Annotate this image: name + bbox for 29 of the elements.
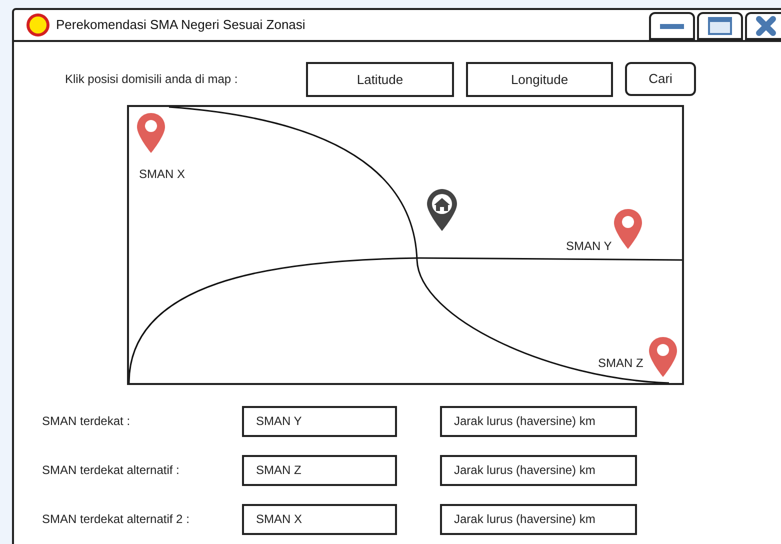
school-label: SMAN Y	[566, 238, 612, 255]
search-label: Klik posisi domisili anda di map :	[65, 71, 239, 88]
distance-field: Jarak lurus (haversine) km	[440, 504, 637, 534]
school-field: SMAN Y	[242, 406, 397, 436]
close-icon	[755, 15, 777, 37]
minimize-button[interactable]	[649, 12, 695, 40]
longitude-field[interactable]: Longitude	[466, 62, 613, 96]
home-pin-icon[interactable]	[427, 189, 457, 231]
minimize-icon	[660, 23, 684, 29]
maximize-icon	[708, 17, 732, 35]
maximize-button[interactable]	[697, 12, 743, 40]
map-pin-icon[interactable]	[137, 113, 165, 153]
school-field: SMAN X	[242, 504, 397, 534]
latitude-field[interactable]: Latitude	[306, 62, 454, 96]
close-button[interactable]	[745, 12, 781, 40]
map[interactable]: SMAN X SMAN Y SMAN Z	[127, 105, 684, 385]
map-pin-icon[interactable]	[649, 337, 677, 377]
window-title: Perekomendasi SMA Negeri Sesuai Zonasi	[56, 16, 306, 34]
search-button[interactable]: Cari	[625, 62, 696, 96]
school-label: SMAN X	[139, 166, 186, 183]
distance-field: Jarak lurus (haversine) km	[440, 454, 637, 486]
distance-field: Jarak lurus (haversine) km	[440, 406, 637, 436]
app-icon	[26, 13, 50, 37]
result-label: SMAN terdekat alternatif 2 :	[42, 511, 190, 528]
result-label: SMAN terdekat alternatif :	[42, 462, 180, 479]
map-pin-icon[interactable]	[614, 209, 642, 249]
school-field: SMAN Z	[242, 454, 397, 486]
school-label: SMAN Z	[598, 355, 644, 372]
result-label: SMAN terdekat :	[42, 413, 132, 430]
